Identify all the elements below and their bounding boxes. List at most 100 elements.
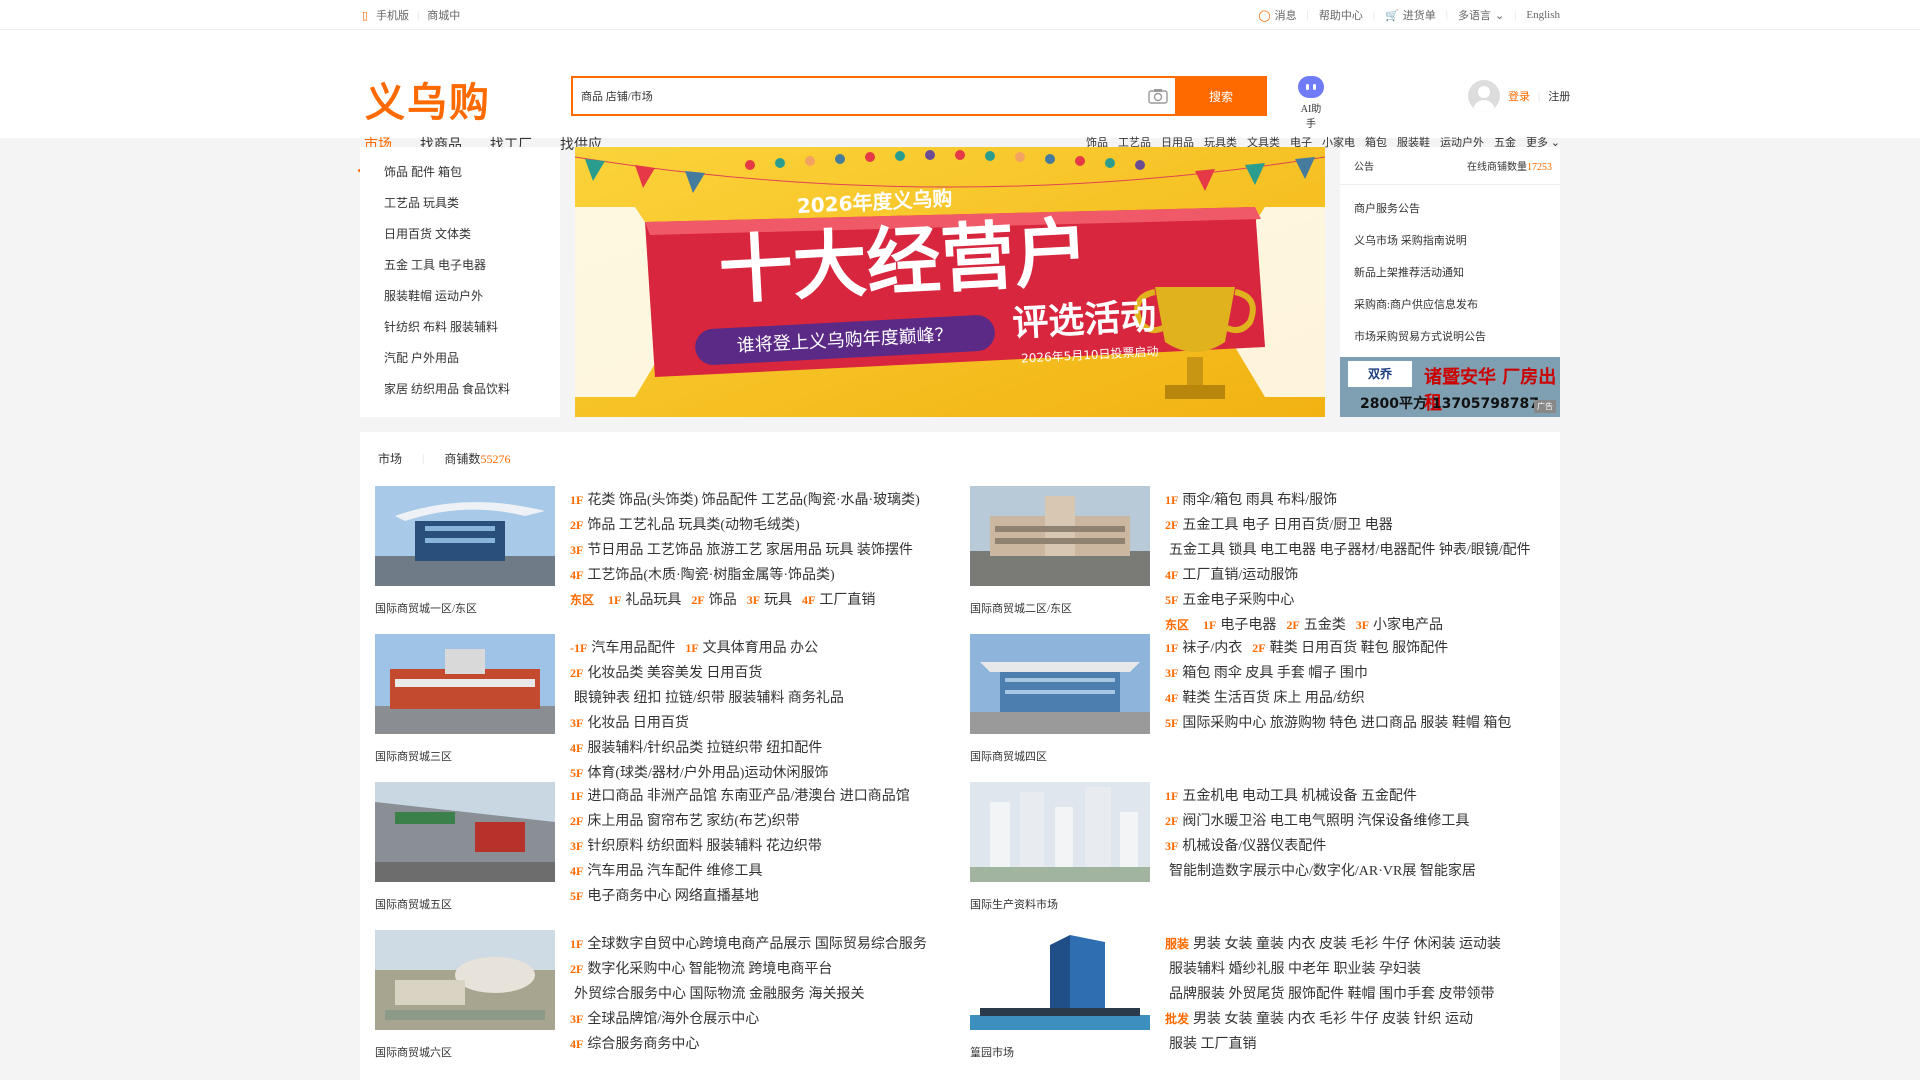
floor-segment[interactable]: 1F 全球数字自贸中心跨境电商产品展示 国际贸易综合服务: [570, 937, 927, 952]
mobile-link[interactable]: 手机版: [376, 7, 409, 23]
floor-segment[interactable]: 1F 进口商品 非洲产品馆 东南亚产品/港澳台 进口商品馆: [570, 789, 910, 804]
market-thumbnail[interactable]: [970, 634, 1150, 734]
floor-segment[interactable]: 2F 鞋类 日用百货 鞋包 服饰配件: [1252, 641, 1448, 656]
floor-segment[interactable]: 5F 五金电子采购中心: [1165, 593, 1294, 608]
avatar[interactable]: [1468, 80, 1500, 112]
login-link[interactable]: 登录: [1508, 88, 1530, 104]
market-thumbnail[interactable]: [375, 930, 555, 1030]
floor-segment[interactable]: 1F 电子电器: [1203, 618, 1276, 633]
floor-segment[interactable]: 2F 数字化采购中心 智能物流 跨境电商平台: [570, 962, 832, 977]
floor-segment[interactable]: 3F 节日用品 工艺饰品 旅游工艺 家居用品 玩具 装饰摆件: [570, 543, 913, 558]
floor-segment[interactable]: 2F 阀门水暖卫浴 电工电气照明 汽保设备维修工具: [1165, 814, 1469, 829]
notice-item[interactable]: 采购商:商户供应信息发布: [1354, 295, 1560, 327]
floor-segment[interactable]: 东区: [1165, 618, 1193, 633]
category-menu-item[interactable]: 饰品 配件 箱包: [384, 157, 560, 188]
ai-assistant-button[interactable]: AI助手: [1296, 76, 1326, 130]
notice-item[interactable]: 义乌市场 采购指南说明: [1354, 231, 1560, 263]
cart-link[interactable]: 🛒 进货单: [1385, 7, 1436, 23]
floor-segment[interactable]: 2F 饰品: [691, 593, 736, 608]
floor-segment[interactable]: 1F 礼品玩具: [608, 593, 681, 608]
floor-segment[interactable]: 1F 雨伞/箱包 雨具 布料/服饰: [1165, 493, 1337, 508]
english-link[interactable]: English: [1526, 9, 1560, 21]
market-thumbnail[interactable]: [970, 782, 1150, 882]
search-button[interactable]: 搜索: [1175, 76, 1267, 116]
floor-segment[interactable]: 3F 化妆品 日用百货: [570, 716, 689, 731]
floor-segment[interactable]: 4F 鞋类 生活百货 床上 用品/纺织: [1165, 691, 1365, 706]
floor-segment[interactable]: 3F 针织原料 纺织面料 服装辅料 花边织带: [570, 839, 822, 854]
market-thumbnail[interactable]: [375, 634, 555, 734]
notice-item[interactable]: 新品上架推荐活动通知: [1354, 263, 1560, 295]
site-logo[interactable]: 义乌购: [365, 70, 491, 128]
floor-segment[interactable]: 4F 工厂直销/运动服饰: [1165, 568, 1298, 583]
floor-segment[interactable]: 5F 国际采购中心 旅游购物 特色 进口商品 服装 鞋帽 箱包: [1165, 716, 1511, 731]
floor-segment[interactable]: 批发 男装 女装 童装 内衣 毛衫 牛仔 皮装 针织 运动: [1165, 1012, 1473, 1027]
floor-segment[interactable]: 3F 全球品牌馆/海外仓展示中心: [570, 1012, 759, 1027]
floor-segment[interactable]: 眼镜钟表 纽扣 拉链/织带 服装辅料 商务礼品: [570, 691, 844, 706]
floor-segment[interactable]: 五金工具 锁具 电工电器 电子器材/电器配件 钟表/眼镜/配件: [1165, 543, 1531, 558]
mall-link[interactable]: 商城中: [427, 7, 460, 23]
market-thumbnail[interactable]: [970, 486, 1150, 586]
floor-segment[interactable]: 2F 五金工具 电子 日用百货/厨卫 电器: [1165, 518, 1393, 533]
market-name[interactable]: 国际商贸城四区: [970, 748, 1047, 764]
ad-banner[interactable]: 双乔 诸暨安华 厂房出租 2800平方 13705798787 广告: [1340, 357, 1560, 417]
floor-segment[interactable]: 3F 玩具: [747, 593, 792, 608]
category-menu-item[interactable]: 服装鞋帽 运动户外: [384, 281, 560, 312]
search-input[interactable]: [573, 78, 1141, 114]
register-link[interactable]: 注册: [1548, 88, 1570, 104]
floor-segment[interactable]: 1F 文具体育用品 办公: [685, 641, 818, 656]
market-name[interactable]: 国际商贸城六区: [375, 1044, 452, 1060]
floor-segment[interactable]: 4F 工厂直销: [802, 593, 875, 608]
message-link[interactable]: ◯ 消息: [1258, 7, 1296, 23]
floor-segment[interactable]: 智能制造数字展示中心/数字化/AR·VR展 智能家居: [1165, 864, 1476, 879]
floor-segment[interactable]: 2F 五金类: [1286, 618, 1345, 633]
market-name[interactable]: 国际商贸城三区: [375, 748, 452, 764]
language-select[interactable]: 多语言 ⌄: [1458, 7, 1504, 23]
market-thumbnail[interactable]: [970, 930, 1150, 1030]
floor-segment[interactable]: 3F 箱包 雨伞 皮具 手套 帽子 围巾: [1165, 666, 1368, 681]
floor-segment[interactable]: -1F 汽车用品配件: [570, 641, 675, 656]
floor-segment[interactable]: 服装 工厂直销: [1165, 1037, 1257, 1052]
market-name[interactable]: 国际商贸城五区: [375, 896, 452, 912]
market-name[interactable]: 国际商贸城二区/东区: [970, 600, 1072, 616]
floor-row: 批发 男装 女装 童装 内衣 毛衫 牛仔 皮装 针织 运动服装 工厂直销: [1165, 1007, 1545, 1057]
floor-segment[interactable]: 服装 男装 女装 童装 内衣 皮装 毛衫 牛仔 休闲装 运动装: [1165, 937, 1501, 952]
promo-banner[interactable]: 2026年度义乌购 十大经营户 谁将登上义乌购年度巅峰？ 评选活动 2026年5…: [575, 147, 1325, 417]
notice-item[interactable]: 市场采购贸易方式说明公告: [1354, 327, 1560, 359]
floor-segment[interactable]: 1F 花类 饰品(头饰类) 饰品配件 工艺品(陶瓷·水晶·玻璃类): [570, 493, 920, 508]
category-menu-item[interactable]: 家居 纺织用品 食品饮料: [384, 374, 560, 405]
floor-segment[interactable]: 4F 汽车用品 汽车配件 维修工具: [570, 864, 762, 879]
market-thumbnail[interactable]: [375, 486, 555, 586]
floor-segment[interactable]: 1F 五金机电 电动工具 机械设备 五金配件: [1165, 789, 1417, 804]
floor-segment[interactable]: 东区: [570, 593, 598, 608]
market-card: 国际生产资料市场 1F 五金机电 电动工具 机械设备 五金配件 2F 阀门水暖卫浴 电工…: [955, 782, 1535, 922]
floor-segment[interactable]: 外贸综合服务中心 国际物流 金融服务 海关报关: [570, 987, 865, 1002]
floor-segment[interactable]: 2F 化妆品类 美容美发 日用百货: [570, 666, 762, 681]
market-thumbnail[interactable]: [375, 782, 555, 882]
floor-segment[interactable]: 4F 综合服务商务中心: [570, 1037, 699, 1052]
floor-segment[interactable]: 2F 床上用品 窗帘布艺 家纺(布艺)织带: [570, 814, 800, 829]
market-name[interactable]: 国际生产资料市场: [970, 896, 1058, 912]
floor-row: 4F 服装辅料/针织品类 拉链织带 纽扣配件 5F 体育(球类/器材/户外用品)运动休…: [570, 736, 950, 786]
floor-segment[interactable]: 3F 小家电产品: [1356, 618, 1443, 633]
category-menu-item[interactable]: 针纺织 布料 服装辅料: [384, 312, 560, 343]
floor-segment[interactable]: 品牌服装 外贸尾货 服饰配件 鞋帽 围巾手套 皮带领带: [1165, 987, 1495, 1002]
category-menu-item[interactable]: 汽配 户外用品: [384, 343, 560, 374]
category-menu-item[interactable]: 五金 工具 电子电器: [384, 250, 560, 281]
category-menu-item[interactable]: 日用百货 文体类: [384, 219, 560, 250]
floor-segment[interactable]: 5F 体育(球类/器材/户外用品)运动休闲服饰: [570, 766, 828, 781]
floor-segment[interactable]: 4F 服装辅料/针织品类 拉链织带 纽扣配件: [570, 741, 822, 756]
help-link[interactable]: 帮助中心: [1319, 7, 1363, 23]
floor-segment[interactable]: 服装辅料 婚纱礼服 中老年 职业装 孕妇装: [1165, 962, 1421, 977]
floor-segment[interactable]: 5F 电子商务中心 网络直播基地: [570, 889, 759, 904]
market-name[interactable]: 国际商贸城一区/东区: [375, 600, 477, 616]
category-menu-item[interactable]: 工艺品 玩具类: [384, 188, 560, 219]
notice-item[interactable]: 商户服务公告: [1354, 199, 1560, 231]
floor-desc: 男装 女装 童装 内衣 毛衫 牛仔 皮装 针织 运动: [1193, 1012, 1474, 1027]
floor-segment[interactable]: 3F 机械设备/仪器仪表配件: [1165, 839, 1326, 854]
floor-segment[interactable]: 4F 工艺饰品(木质·陶瓷·树脂金属等·饰品类): [570, 568, 835, 583]
floor-segment[interactable]: 1F 袜子/内衣: [1165, 641, 1242, 656]
camera-icon[interactable]: [1141, 78, 1175, 114]
floor-row: 东区 1F 礼品玩具 2F 饰品 3F 玩具 4F 工厂直销: [570, 588, 950, 613]
market-name[interactable]: 篁园市场: [970, 1044, 1014, 1060]
floor-segment[interactable]: 2F 饰品 工艺礼品 玩具类(动物毛绒类): [570, 518, 800, 533]
